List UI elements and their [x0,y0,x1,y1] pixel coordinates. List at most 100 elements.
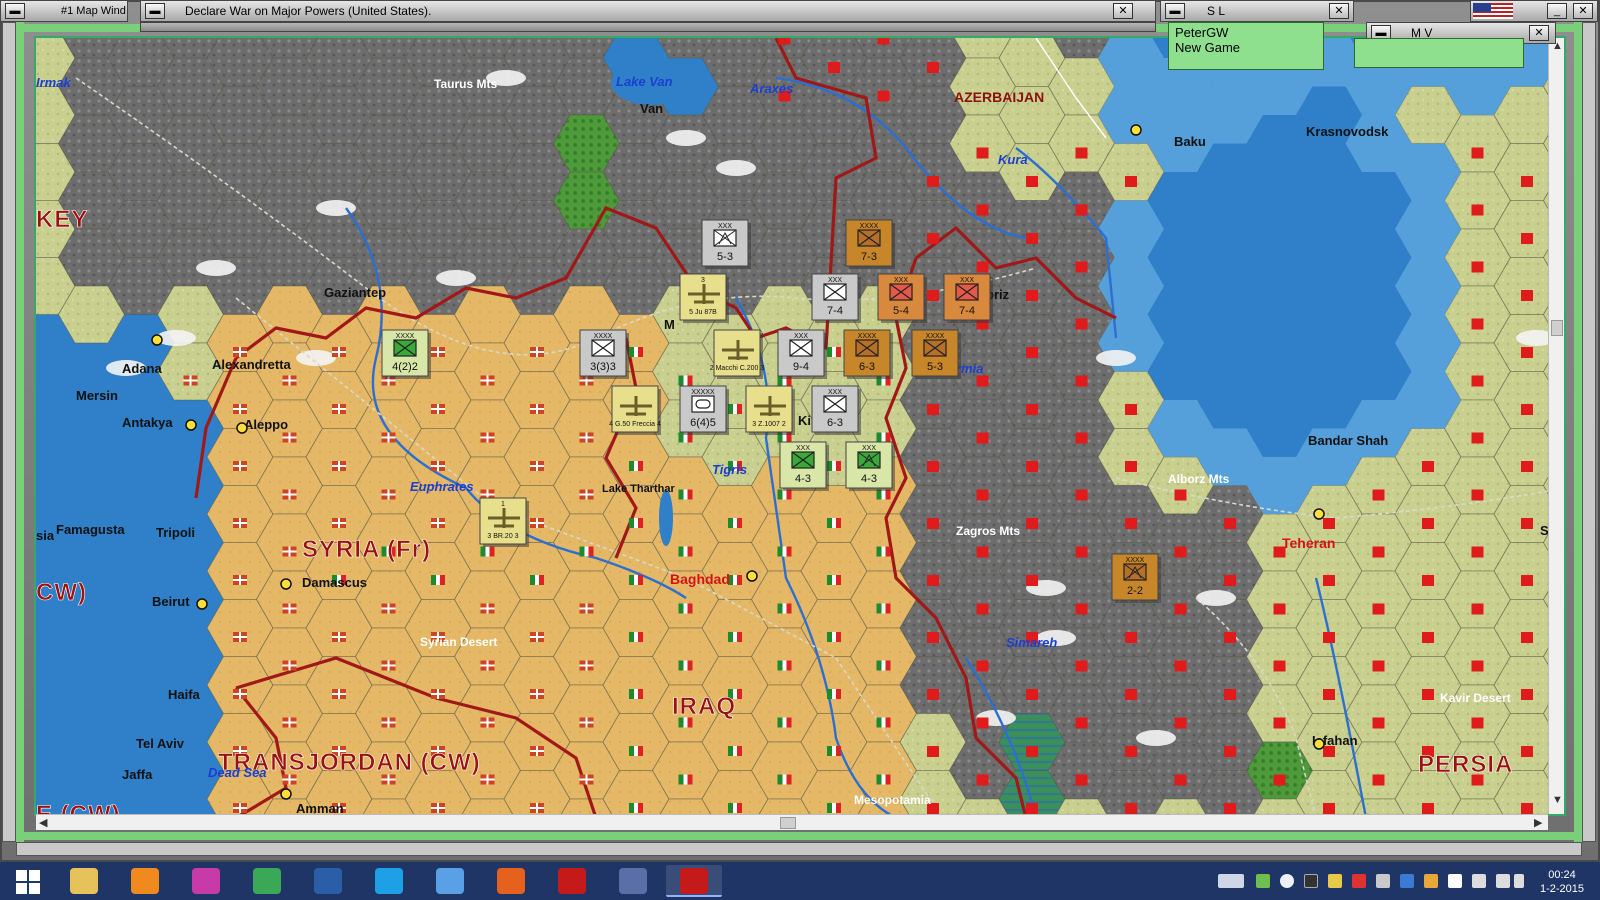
frame-rail-left [2,22,16,842]
wif-1-icon [558,868,586,894]
flag-icon[interactable] [1448,874,1462,888]
taskbar-app-chrome[interactable] [239,865,295,897]
unit-size: XXXXX [691,389,715,396]
scroll-down-icon[interactable]: ▼ [1552,794,1563,806]
taskbar-app-start[interactable] [0,865,56,897]
unit-strength: 4-3 [795,473,811,485]
unit-counter-u8[interactable]: XXXX 3(3)3 [579,329,629,379]
hex-map[interactable]: Irmak Taurus Mts Lake Van Van Araxes AZERBAIJ… [36,38,1566,816]
unit-counter-u9[interactable]: 2 Macchi C.200 3 [710,329,765,379]
unit-size: XXXX [396,333,415,340]
taskbar-app-wif-2[interactable] [666,865,722,897]
bluetooth-icon[interactable] [1400,874,1414,888]
network-icon[interactable] [1496,874,1510,888]
map-window-titlebar[interactable]: ▬ #1 Map Wind [0,0,128,22]
unit-size: XXX [862,445,876,452]
unit-strength: 4(2)2 [392,361,418,373]
close-icon[interactable]: ✕ [1573,3,1593,19]
taskbar-app-messenger[interactable] [300,865,356,897]
taskbar-app-paint[interactable] [178,865,234,897]
unit-counter-u20[interactable]: XXXX 2-2 [1111,553,1161,603]
map-window-title: #1 Map Wind [61,5,126,17]
vertical-scroll-thumb[interactable] [1551,320,1563,336]
speaker-muted-icon[interactable] [1352,874,1366,888]
unit-counter-u11[interactable]: XXXX 6-3 [843,329,893,379]
unit-counter-u18[interactable]: XXX 4-3 [845,441,895,491]
map-label-bandar-shah: Bandar Shah [1308,433,1388,448]
unit-strength: 3(3)3 [590,361,616,373]
unit-strength: 4-3 [861,473,877,485]
minimize-icon[interactable]: _ [1547,3,1567,19]
horizontal-scroll-thumb[interactable] [780,817,796,829]
taskbar-app-paint-brush[interactable] [605,865,661,897]
game-status: New Game [1175,40,1241,55]
map-label-kura: Kura [998,152,1028,167]
map-label-lake-tharthar: Lake Tharthar [602,483,675,495]
tray-icon-1[interactable] [1256,874,1270,888]
unit-counter-u13[interactable]: 4 G.50 Freccia 4 [609,385,661,435]
unit-counter-u16[interactable]: XXX 6-3 [811,385,861,435]
sl-titlebar[interactable]: ▬ S L ✕ [1160,0,1354,22]
unit-counter-u14[interactable]: XXXXX 6(4)5 [679,385,729,435]
taskbar-clock[interactable]: 00:24 1-2-2015 [1530,868,1594,896]
frame-rail-bottom [16,842,1582,856]
unit-counter-u4[interactable]: XXX 5-4 [877,273,927,323]
taskbar-app-wif-1[interactable] [544,865,600,897]
unit-counter-u3[interactable]: XXX 7-4 [811,273,861,323]
scroll-left-icon[interactable]: ◀ [39,816,47,829]
map-label-antakya: Antakya [122,415,173,430]
infantry-unit-icon [823,283,847,301]
window-menu-icon[interactable]: ▬ [5,3,25,19]
map-label-gaziantep: Gaziantep [324,285,386,300]
keyboard-icon[interactable] [1218,874,1244,888]
unit-strength: 9-4 [793,361,809,373]
taskbar-app-firefox[interactable] [483,865,539,897]
infantry-unit-icon [789,339,813,357]
tray-icon-8[interactable] [1424,874,1438,888]
map-label-m: M [664,317,675,332]
infantry-unit-icon [923,339,947,357]
unit-counter-u6[interactable]: 3 5 Ju 87B [679,273,729,323]
unit-strength: 5-4 [893,305,909,317]
cloud-icon[interactable] [1280,874,1294,888]
map-label-iraq: IRAQ [672,693,736,720]
unit-counter-u12[interactable]: XXXX 5-3 [911,329,961,379]
unit-counter-u17[interactable]: XXX 4-3 [779,441,829,491]
message-titlebar[interactable]: ▬ Declare War on Major Powers (United St… [140,0,1156,22]
unit-counter-u15[interactable]: 3 Z.1007 2 [745,385,795,435]
unit-counter-u7[interactable]: XXXX 4(2)2 [381,329,431,379]
unit-counter-u5[interactable]: XXX 7-4 [943,273,993,323]
unit-strength: 7-4 [959,305,975,317]
map-vertical-scrollbar[interactable]: ▲ ▼ [1548,38,1564,814]
unit-counter-u10[interactable]: XXX 9-4 [777,329,827,379]
unit-counter-u19[interactable]: 1 3 BR.20 3 [479,497,529,547]
tray-icon-4[interactable] [1328,874,1342,888]
us-flag-canton-icon [1473,3,1491,12]
message-close-icon[interactable]: ✕ [1113,3,1133,19]
map-label-azerbaijan: AZERBAIJAN [954,89,1044,105]
tray-icon-3[interactable] [1304,874,1318,888]
sl-close-icon[interactable]: ✕ [1329,3,1349,19]
taskbar-app-file-explorer[interactable] [56,865,112,897]
unit-strength: 6-3 [859,361,875,373]
taskbar-app-media-player[interactable] [117,865,173,897]
map-label-tripoli: Tripoli [156,525,195,540]
taskbar-app-skype[interactable] [361,865,417,897]
mv-close-icon[interactable]: ✕ [1529,25,1549,41]
battery-icon[interactable] [1472,874,1486,888]
unit-size: XXXX [594,333,613,340]
unit-counter-u2[interactable]: XXXX 7-3 [845,219,895,269]
unit-strength: 7-4 [827,305,843,317]
sl-menu-icon[interactable]: ▬ [1165,3,1185,19]
unit-strength: 3 Z.1007 2 [752,421,786,428]
tray-icon-6[interactable] [1376,874,1390,888]
taskbar-app-thunderbird[interactable] [422,865,478,897]
map-viewport[interactable]: Irmak Taurus Mts Lake Van Van Araxes AZERBAIJ… [34,36,1566,816]
unit-counter-u1[interactable]: XXX 5-3 [701,219,751,269]
scroll-right-icon[interactable]: ▶ [1534,816,1542,829]
flag-titlebar[interactable]: _ ✕ [1470,0,1598,22]
map-label-tel-aviv: Tel Aviv [136,736,185,751]
message-menu-icon[interactable]: ▬ [145,3,165,19]
volume-icon[interactable] [1514,874,1524,888]
map-horizontal-scrollbar[interactable]: ◀ ▶ [36,814,1548,830]
